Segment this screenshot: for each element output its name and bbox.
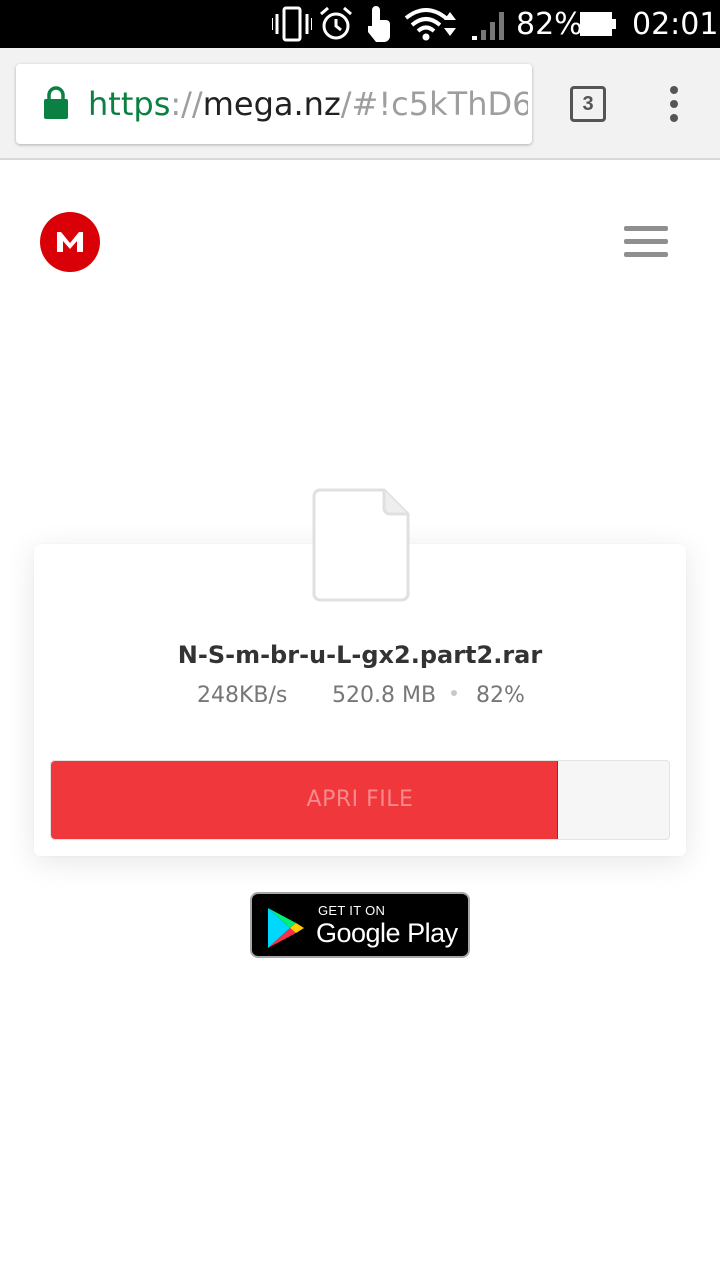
address-bar[interactable]: https://mega.nz/#!c5kThD6Q! (16, 64, 532, 144)
tab-switcher-button[interactable]: 3 (570, 86, 606, 122)
browser-toolbar: https://mega.nz/#!c5kThD6Q! 3 (0, 48, 720, 160)
file-size: 520.8 MB (332, 683, 437, 708)
badge-big-text: Google Play (316, 918, 458, 948)
url-separator: :// (170, 85, 203, 123)
url-host: mega.nz (202, 85, 341, 123)
open-file-button[interactable]: APRI FILE (50, 760, 670, 840)
mega-logo[interactable] (40, 212, 100, 272)
battery-icon (580, 12, 616, 36)
lock-icon (44, 86, 68, 119)
download-percent: 82% (476, 683, 525, 708)
clock: 02:01 (632, 7, 719, 42)
overflow-menu-icon[interactable] (666, 86, 682, 122)
google-play-icon (268, 908, 304, 948)
mega-m-icon (57, 232, 83, 252)
alarm-icon (320, 6, 352, 40)
file-icon (312, 488, 410, 602)
google-play-badge[interactable]: GET IT ON Google Play (250, 892, 470, 958)
signal-icon (472, 12, 504, 40)
url-scheme: https (88, 85, 171, 123)
vibrate-icon (272, 6, 312, 42)
touch-icon (368, 6, 390, 42)
url-path: /#!c5kThD6Q! (340, 85, 528, 123)
status-bar: 82% 02:01 (0, 0, 720, 48)
url-text[interactable]: https://mega.nz/#!c5kThD6Q! (88, 82, 528, 126)
hamburger-menu-icon[interactable] (622, 224, 670, 260)
download-speed: 248KB/s (197, 683, 288, 708)
badge-small-text: GET IT ON (318, 903, 386, 918)
meta-separator-dot (451, 690, 457, 696)
file-name: N-S-m-br-u-L-gx2.part2.rar (177, 641, 543, 669)
battery-percent: 82% (516, 7, 583, 42)
wifi-icon (404, 8, 456, 41)
